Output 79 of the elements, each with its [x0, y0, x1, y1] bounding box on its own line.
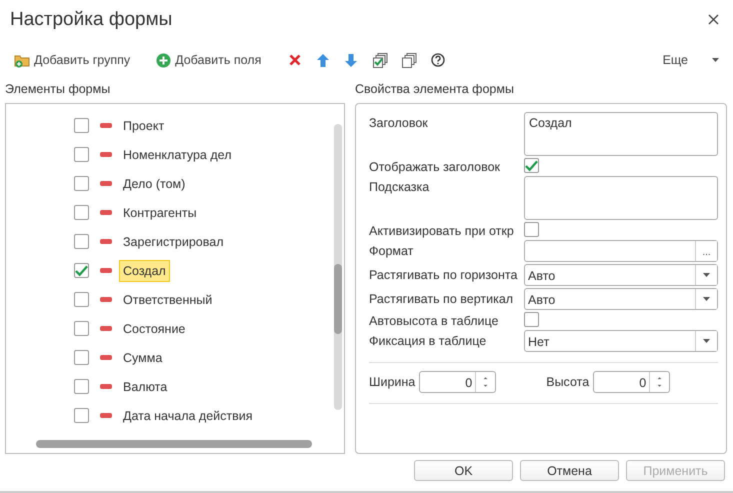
tree-item[interactable]: Состояние: [119, 318, 190, 340]
delete-icon: [289, 54, 302, 66]
minus-icon: [100, 413, 112, 418]
tree-item[interactable]: Создал: [119, 260, 170, 282]
property-label: Активизировать при откр: [369, 223, 515, 238]
property-label: Растягивать по горизонта: [369, 267, 518, 282]
property-label: Автовысота в таблице: [369, 313, 500, 328]
number-field[interactable]: 0: [419, 371, 496, 394]
minus-icon: [100, 210, 112, 216]
minus-icon: [100, 181, 112, 186]
checkbox[interactable]: [74, 379, 89, 394]
size-label: Высота: [546, 375, 590, 390]
toolbar-button[interactable]: Добавить группу: [10, 50, 134, 70]
checkbox[interactable]: [74, 118, 89, 134]
minus-icon: [100, 355, 112, 360]
minus-icon: [100, 297, 112, 302]
checkbox[interactable]: [74, 205, 89, 220]
dropdown-caret-icon: [703, 297, 710, 302]
property-label: Отображать заголовок: [369, 159, 502, 174]
tree-item[interactable]: Проект: [119, 114, 168, 137]
arrow-down-icon: [345, 54, 358, 67]
tree-item[interactable]: Валюта: [119, 376, 172, 398]
text-area[interactable]: Создал: [524, 112, 718, 156]
minus-icon: [100, 326, 112, 332]
horizontal-scrollbar[interactable]: [36, 440, 312, 448]
plus-icon: [156, 52, 172, 68]
tree-item[interactable]: Дата начала действия: [119, 404, 257, 427]
checkbox[interactable]: [74, 321, 89, 336]
vertical-scrollbar[interactable]: [334, 124, 342, 410]
size-label: Ширина: [369, 375, 416, 390]
property-label: Заголовок: [369, 115, 429, 130]
dropdown-field[interactable]: Нет: [524, 330, 718, 352]
property-label: Формат: [369, 243, 414, 258]
tree-item[interactable]: Контрагенты: [119, 202, 201, 224]
minus-icon: [100, 384, 112, 390]
number-field[interactable]: 0: [593, 371, 670, 394]
section-heading: Элементы формы: [5, 81, 112, 98]
close-icon[interactable]: [708, 14, 719, 26]
property-label: Фиксация в таблице: [369, 333, 488, 348]
dialog-button[interactable]: OK: [414, 460, 513, 482]
dropdown-caret-icon: [703, 273, 710, 278]
window-title: Настройка формы: [10, 8, 172, 31]
tree-item[interactable]: Сумма: [119, 346, 166, 369]
minus-icon: [100, 268, 112, 274]
choose-button[interactable]: ...: [695, 241, 717, 262]
dropdown-caret-icon: [703, 339, 710, 344]
tree-item[interactable]: Зарегистрировал: [119, 230, 228, 253]
help-icon: [431, 53, 446, 68]
more-button[interactable]: Еще: [658, 51, 723, 70]
checkbox[interactable]: [74, 292, 89, 308]
caret-icon: [712, 58, 719, 62]
checkbox[interactable]: [524, 158, 539, 174]
checkbox[interactable]: [74, 176, 89, 192]
checkbox[interactable]: [524, 222, 539, 238]
tree-item[interactable]: Номенклатура дел: [119, 144, 236, 166]
checkbox[interactable]: [74, 350, 89, 366]
minus-icon: [100, 152, 112, 158]
dropdown-field[interactable]: Авто: [524, 264, 718, 286]
format-field[interactable]: ...: [524, 240, 718, 262]
toolbar-button[interactable]: Добавить поля: [152, 50, 266, 70]
property-label: Растягивать по вертикал: [369, 291, 514, 306]
tree-item[interactable]: Ответственный: [119, 288, 216, 311]
tree-item[interactable]: Дело (том): [119, 172, 190, 195]
checked-stack-icon: [373, 52, 388, 68]
checkbox[interactable]: [74, 147, 89, 162]
dropdown-field[interactable]: Авто: [524, 288, 718, 310]
copy-stack-icon: [402, 52, 418, 68]
minus-icon: [100, 123, 112, 128]
dialog-button[interactable]: Отмена: [520, 460, 619, 482]
section-heading: Свойства элемента формы: [355, 81, 515, 98]
checkbox[interactable]: [74, 263, 89, 278]
checkbox[interactable]: [524, 312, 539, 328]
folder-add-icon: [14, 52, 30, 68]
property-label: Подсказка: [369, 179, 430, 194]
minus-icon: [100, 239, 112, 244]
arrow-up-icon: [317, 54, 330, 67]
checkbox[interactable]: [74, 408, 89, 424]
checkbox[interactable]: [74, 234, 89, 250]
text-area[interactable]: [524, 176, 718, 220]
